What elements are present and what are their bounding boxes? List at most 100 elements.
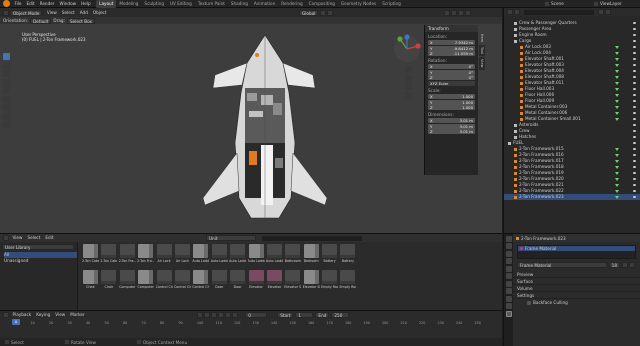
asset-item[interactable]: Elevator Shaft — [284, 270, 301, 291]
view-layer-name[interactable]: ViewLayer — [600, 1, 640, 6]
scene-tab-icon[interactable] — [505, 258, 512, 264]
orientation-select[interactable]: Default — [30, 17, 52, 24]
snap-icon[interactable] — [320, 9, 327, 16]
constraint-tab-icon[interactable] — [505, 295, 512, 302]
visibility-eye-icon[interactable] — [633, 34, 636, 36]
asset-item[interactable]: Bedroom — [303, 244, 320, 265]
asset-item[interactable]: Air Lock — [156, 244, 173, 265]
timeline-menu-keying[interactable]: Keying — [34, 311, 53, 319]
view-layer-icon[interactable] — [593, 0, 599, 7]
timeline-editor-icon[interactable] — [3, 312, 9, 318]
viewport-menu-add[interactable]: Add — [77, 9, 90, 17]
asset-item[interactable]: Battery — [339, 244, 356, 265]
rotate-tool-icon[interactable] — [3, 78, 10, 86]
material-tab-icon[interactable] — [505, 310, 512, 317]
end-frame-field[interactable]: 250 — [331, 312, 350, 318]
tab-scripting[interactable]: Scripting — [379, 0, 404, 8]
visibility-eye-icon[interactable] — [633, 178, 636, 180]
visibility-eye-icon[interactable] — [633, 58, 636, 60]
asset-item[interactable]: Door — [229, 270, 246, 291]
backface-culling-checkbox[interactable] — [527, 300, 531, 305]
transform-tool-icon[interactable] — [3, 95, 10, 103]
annotate-tool-icon[interactable] — [3, 104, 10, 111]
dimensions-x-field[interactable]: X 3.01 m — [428, 118, 475, 124]
play-reverse-icon[interactable] — [211, 312, 218, 318]
visibility-eye-icon[interactable] — [633, 88, 636, 90]
asset-item[interactable]: Door — [211, 270, 228, 291]
move-tool-icon[interactable] — [3, 70, 10, 77]
rotation-x-field[interactable]: X 0° — [428, 64, 475, 70]
asset-item[interactable]: Computer — [137, 270, 154, 291]
asset-item[interactable]: Bathroom — [284, 244, 301, 265]
prev-keyframe-icon[interactable] — [204, 312, 211, 318]
panel-settings[interactable]: Settings — [513, 292, 640, 299]
ortho-toggle-icon[interactable] — [405, 91, 412, 99]
select-tool-icon[interactable] — [3, 53, 10, 60]
menu-help[interactable]: Help — [79, 0, 94, 8]
visibility-eye-icon[interactable] — [633, 124, 636, 126]
cursor-tool-icon[interactable] — [3, 61, 10, 69]
visibility-eye-icon[interactable] — [633, 112, 636, 114]
tab-texture-paint[interactable]: Texture Paint — [195, 0, 228, 8]
asset-item[interactable]: Auto Ladde... — [248, 244, 265, 265]
rotation-z-field[interactable]: Z 0° — [428, 75, 475, 81]
asset-menu-view[interactable]: View — [10, 234, 25, 242]
scale-y-field[interactable]: Y 1.000 — [428, 99, 475, 105]
tab-layout[interactable]: Layout — [96, 0, 117, 8]
blender-logo-icon[interactable] — [3, 0, 10, 7]
asset-item[interactable]: 2-Ton Fra... — [137, 244, 154, 265]
dimensions-y-field[interactable]: Y 3.01 m — [428, 123, 475, 129]
asset-item[interactable]: Chair — [100, 270, 117, 291]
mode-select[interactable]: Object Mode — [10, 9, 43, 16]
viewport-3d[interactable]: Object Mode View Select Add Object Global O… — [0, 8, 502, 233]
visibility-eye-icon[interactable] — [633, 184, 636, 186]
visibility-eye-icon[interactable] — [633, 106, 636, 108]
timeline-ruler[interactable]: 0 10 20 30 40 50 60 70 80 90 100 110 120 130 140 150 160… — [0, 319, 502, 327]
visibility-eye-icon[interactable] — [633, 52, 636, 54]
asset-item[interactable]: Elevator Shaft — [303, 270, 320, 291]
panel-volume[interactable]: Volume — [513, 285, 640, 292]
visibility-eye-icon[interactable] — [633, 196, 636, 198]
asset-item[interactable]: Elevator — [248, 270, 265, 291]
asset-filter-select[interactable]: Unit — [205, 235, 256, 241]
asset-item[interactable]: Battery — [321, 244, 338, 265]
scale-tool-icon[interactable] — [3, 87, 10, 94]
spaceship-model[interactable] — [195, 33, 335, 228]
tab-compositing[interactable]: Compositing — [306, 0, 338, 8]
playhead[interactable]: 0 — [12, 319, 20, 325]
filter-icon[interactable] — [598, 9, 604, 15]
tab-shading[interactable]: Shading — [228, 0, 251, 8]
new-collection-icon[interactable] — [605, 9, 611, 15]
asset-menu-select[interactable]: Select — [25, 234, 43, 242]
shading-solid-icon[interactable] — [458, 9, 465, 16]
visibility-eye-icon[interactable] — [633, 160, 636, 162]
location-z-field[interactable]: Z -11.059 m — [428, 51, 475, 57]
scale-x-field[interactable]: X 1.000 — [428, 93, 475, 99]
tab-uv-editing[interactable]: UV Editing — [167, 0, 195, 8]
visibility-eye-icon[interactable] — [633, 76, 636, 78]
tab-rendering[interactable]: Rendering — [278, 0, 305, 8]
asset-item[interactable]: Control Cha... — [192, 270, 209, 291]
scene-icon[interactable] — [544, 0, 550, 7]
asset-item[interactable]: Computer — [119, 270, 136, 291]
viewport-menu-object[interactable]: Object — [90, 9, 109, 17]
scale-z-field[interactable]: Z 1.000 — [428, 105, 475, 111]
panel-preview[interactable]: Preview — [513, 271, 640, 278]
asset-item[interactable]: Elevator — [266, 270, 283, 291]
asset-editor-icon[interactable] — [3, 235, 9, 241]
render-tab-icon[interactable] — [505, 243, 512, 249]
editor-type-icon[interactable] — [3, 9, 9, 16]
play-icon[interactable] — [218, 312, 225, 318]
outliner-editor-icon[interactable] — [507, 9, 513, 15]
visibility-eye-icon[interactable] — [633, 154, 636, 156]
visibility-eye-icon[interactable] — [633, 64, 636, 66]
proportional-icon[interactable] — [327, 9, 334, 16]
object-tab-icon[interactable] — [505, 273, 512, 279]
rotation-y-field[interactable]: Y 0° — [428, 69, 475, 75]
panel-surface[interactable]: Surface — [513, 278, 640, 285]
asset-item[interactable]: 2-Ton Cabe — [100, 244, 117, 265]
menu-window[interactable]: Window — [57, 0, 79, 8]
start-frame-field[interactable]: 1 — [295, 312, 314, 318]
xray-icon[interactable] — [451, 9, 458, 16]
tool-tab-icon[interactable] — [505, 235, 512, 242]
